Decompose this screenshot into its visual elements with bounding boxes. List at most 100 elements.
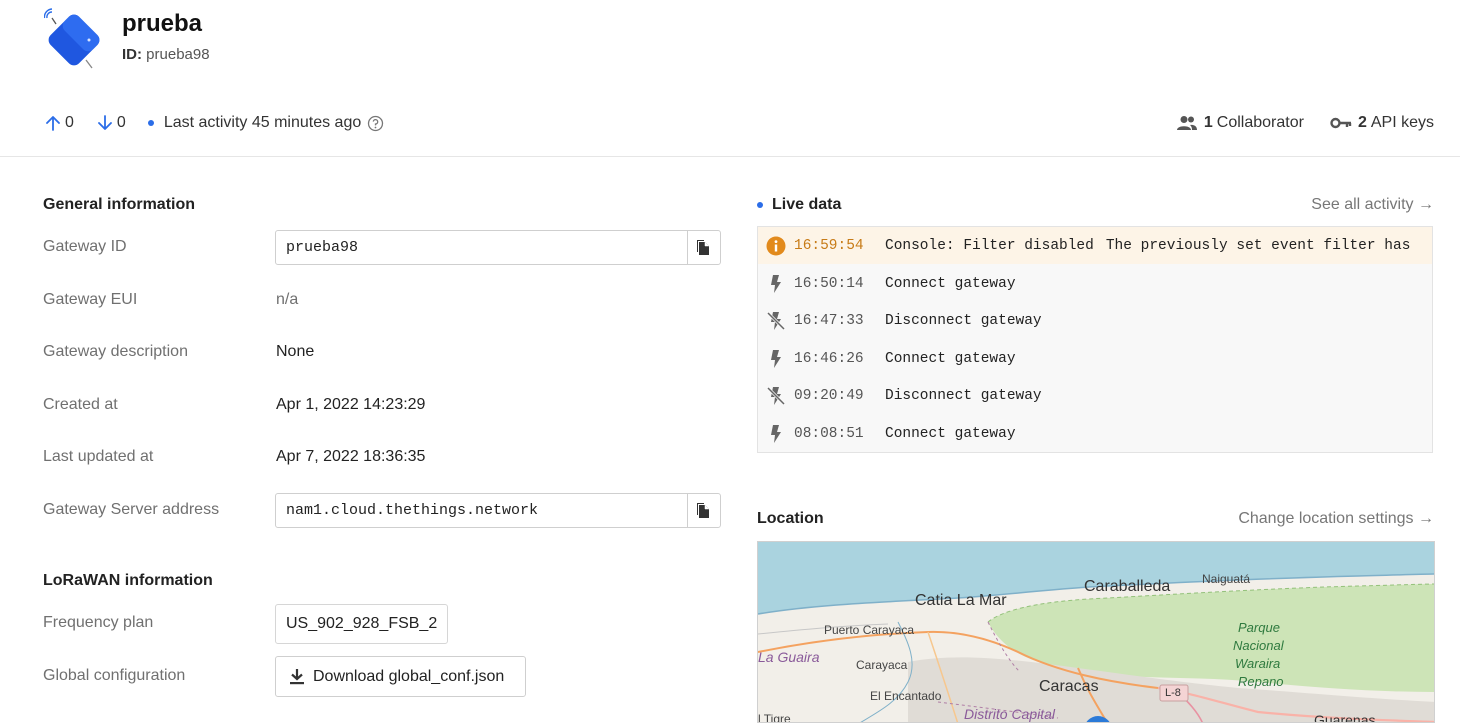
gateway-name: prueba: [122, 10, 203, 37]
event-row[interactable]: 16:59:54 Console: Filter disabled The pr…: [758, 227, 1432, 264]
gateway-description-label: Gateway description: [43, 343, 188, 360]
copy-icon: [697, 503, 709, 518]
event-detail: The previously set event filter has: [1105, 237, 1411, 254]
created-at-label: Created at: [43, 396, 118, 413]
id-label: ID:: [122, 46, 142, 63]
downlink-stat: 0: [96, 114, 126, 132]
frequency-plan-value: US_902_928_FSB_2: [275, 604, 449, 644]
map-label-tigre: l Tigre: [758, 712, 791, 723]
event-message: Disconnect gateway: [885, 312, 1042, 329]
event-row[interactable]: 09:20:49 Disconnect gateway: [758, 377, 1432, 414]
people-icon: [1176, 116, 1197, 130]
created-at-value: Apr 1, 2022 14:23:29: [276, 396, 426, 413]
general-info-title: General information: [43, 196, 196, 213]
event-row[interactable]: 16:46:26 Connect gateway: [758, 340, 1432, 377]
download-label: Download global_conf.json: [313, 667, 505, 685]
last-updated-label: Last updated at: [43, 448, 154, 465]
map-label-distrito-capital: Distrito Capital: [964, 706, 1056, 722]
event-message: Connect gateway: [885, 425, 1016, 442]
id-value: prueba98: [146, 46, 210, 63]
api-keys-count: 2: [1357, 114, 1367, 131]
event-message: Connect gateway: [885, 275, 1016, 292]
api-keys-label: API keys: [1370, 114, 1434, 131]
event-time: 08:08:51: [794, 425, 864, 442]
frequency-plan-label: Frequency plan: [43, 614, 154, 631]
gateway-id-value[interactable]: prueba98: [276, 231, 687, 264]
copy-icon: [697, 240, 709, 255]
bolt-icon: [758, 349, 794, 369]
map-label-naiguata: Naiguatá: [1202, 572, 1251, 586]
live-data-title: Live data: [757, 196, 841, 214]
event-time: 09:20:49: [794, 387, 864, 404]
map-label-catia: Catia La Mar: [915, 592, 1007, 609]
gateway-eui-label: Gateway EUI: [43, 291, 138, 308]
gateway-server-label: Gateway Server address: [43, 501, 220, 518]
help-icon[interactable]: [367, 115, 387, 132]
gateway-eui-value: n/a: [276, 291, 299, 308]
map-label-guarenas: Guarenas: [1314, 712, 1376, 723]
bolt-icon: [758, 424, 794, 444]
event-message: Console: Filter disabled: [885, 237, 1094, 254]
last-activity-text: Last activity 45 minutes ago: [163, 114, 362, 131]
map-label-el-encantado: El Encantado: [870, 689, 942, 703]
map-label-caracas: Caracas: [1039, 678, 1099, 695]
event-time: 16:59:54: [794, 237, 864, 254]
download-icon: [290, 669, 304, 685]
arrow-down-icon: [98, 115, 112, 130]
gateway-icon: [43, 6, 106, 70]
copy-gateway-id-button[interactable]: [687, 231, 720, 264]
key-icon: [1330, 117, 1352, 129]
gateway-server-value[interactable]: nam1.cloud.thethings.network: [276, 494, 687, 527]
arrow-up-icon: [46, 116, 60, 131]
uplink-stat: 0: [44, 114, 74, 132]
map-label-repano: Repano: [1238, 674, 1284, 689]
download-global-conf-button[interactable]: Download global_conf.json: [275, 656, 526, 697]
map-label-nacional: Nacional: [1233, 638, 1284, 653]
map-label-waraira: Waraira: [1235, 656, 1281, 671]
gateway-server-field: nam1.cloud.thethings.network: [275, 493, 721, 528]
map-label-carayaca: Carayaca: [856, 658, 908, 672]
copy-server-address-button[interactable]: [687, 494, 720, 527]
map-label-puerto-carayaca: Puerto Carayaca: [824, 623, 915, 637]
gateway-id-label: Gateway ID: [43, 238, 127, 255]
location-map[interactable]: Caraballeda Naiguatá Catia La Mar Puerto…: [757, 541, 1435, 723]
see-all-activity-link[interactable]: See all activity →: [1311, 196, 1434, 214]
bolt-icon: [758, 274, 794, 294]
bolt-off-icon: [758, 311, 794, 331]
location-title: Location: [757, 510, 824, 527]
gateway-meta-links: 1 Collaborator 2 API keys: [1150, 110, 1434, 136]
live-events-list: 16:59:54 Console: Filter disabled The pr…: [757, 226, 1433, 453]
event-time: 16:50:14: [794, 275, 864, 292]
header-divider: [0, 156, 1460, 157]
live-dot: [757, 202, 763, 208]
gateway-id-header: ID: prueba98: [122, 46, 210, 63]
event-message: Disconnect gateway: [885, 387, 1042, 404]
event-row[interactable]: 16:47:33 Disconnect gateway: [758, 302, 1432, 339]
map-label-parque: Parque: [1238, 620, 1280, 635]
map-label-l8: L-8: [1165, 687, 1181, 699]
last-activity: Last activity 45 minutes ago: [147, 114, 387, 132]
change-location-settings-link[interactable]: Change location settings →: [1238, 510, 1434, 528]
event-time: 16:46:26: [794, 350, 864, 367]
info-icon: [758, 236, 794, 256]
lorawan-info-title: LoRaWAN information: [43, 572, 213, 589]
uplink-count: 0: [65, 114, 74, 131]
activity-dot: [147, 120, 154, 126]
collaborators-count: 1: [1203, 114, 1213, 131]
event-row[interactable]: 16:50:14 Connect gateway: [758, 265, 1432, 302]
global-configuration-label: Global configuration: [43, 667, 186, 684]
bolt-off-icon: [758, 386, 794, 406]
gateway-stats: 0 0 Last activity 45 minutes ago: [44, 110, 409, 136]
collaborators-link[interactable]: 1 Collaborator: [1176, 114, 1304, 132]
map-label-la-guaira: La Guaira: [758, 649, 820, 665]
event-time: 16:47:33: [794, 312, 864, 329]
downlink-count: 0: [116, 114, 126, 131]
event-message: Connect gateway: [885, 350, 1016, 367]
last-updated-value: Apr 7, 2022 18:36:35: [276, 448, 426, 465]
collaborators-label: Collaborator: [1216, 114, 1304, 131]
api-keys-link[interactable]: 2 API keys: [1330, 114, 1434, 132]
event-row[interactable]: 08:08:51 Connect gateway: [758, 415, 1432, 452]
map-label-caraballeda: Caraballeda: [1084, 578, 1171, 595]
gateway-description-value: None: [276, 343, 315, 360]
gateway-id-field: prueba98: [275, 230, 721, 265]
